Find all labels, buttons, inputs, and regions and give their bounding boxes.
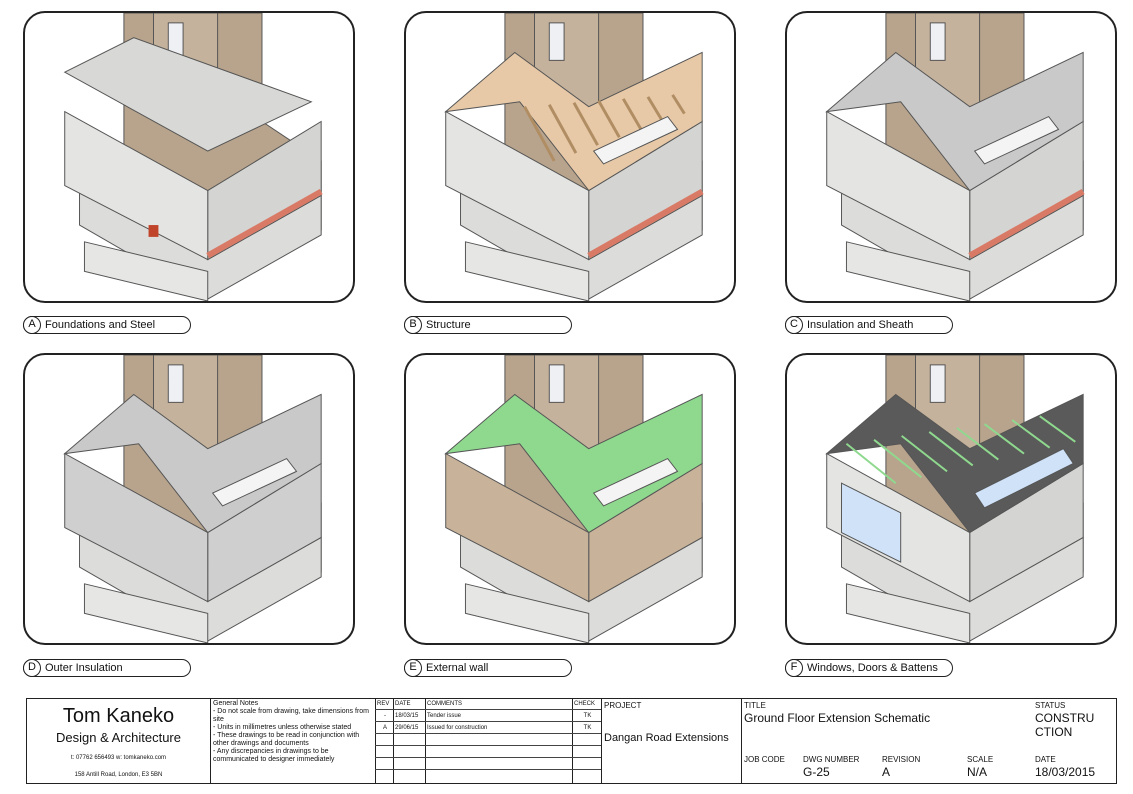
scale-value: N/A xyxy=(967,765,988,779)
caption-label: External wall xyxy=(426,662,489,674)
axonometric-view-a xyxy=(63,13,323,301)
firm-contact: t: 07762 656493 w: tomkaneko.com xyxy=(70,755,167,761)
title-label: TITLE xyxy=(744,701,766,710)
status-line-1: CONSTRU xyxy=(1035,711,1095,725)
upper-window xyxy=(167,364,184,403)
firm-address: 158 Antill Road, London, E3 5BN xyxy=(74,772,163,778)
panel-f-drawing xyxy=(785,353,1117,645)
check-header: CHECK xyxy=(574,701,596,707)
caption-f: F Windows, Doors & Battens xyxy=(785,659,953,677)
axonometric-view-c xyxy=(825,13,1085,301)
project-label: PROJECT xyxy=(604,701,642,710)
rev-cell: - xyxy=(384,713,386,719)
rev-check-cell: TK xyxy=(583,725,592,731)
rev-comment-cell: Tender issue xyxy=(427,713,462,719)
project-name: Dangan Road Extensions xyxy=(604,732,729,744)
dwg-number-label: DWG NUMBER xyxy=(803,755,860,764)
rev-date-cell: 18/03/15 xyxy=(395,713,419,719)
caption-label: Structure xyxy=(426,319,471,331)
upper-window xyxy=(929,22,946,61)
upper-window xyxy=(548,364,565,403)
scale-label: SCALE xyxy=(967,755,994,764)
note-item: - Do not scale from drawing, take dimens… xyxy=(213,708,370,723)
revision-label: REVISION xyxy=(882,755,921,764)
rev-header: REV xyxy=(377,701,390,707)
note-item: - Any discrepancies in drawings to be co… xyxy=(213,748,335,763)
axonometric-view-e xyxy=(444,355,703,643)
panel-e-drawing xyxy=(404,353,736,645)
caption-c: C Insulation and Sheath xyxy=(785,316,953,334)
caption-letter: E xyxy=(404,659,422,677)
caption-letter: F xyxy=(785,659,803,677)
revision-value: A xyxy=(882,765,891,779)
rev-check-cell: TK xyxy=(583,713,592,719)
notes-title: General Notes xyxy=(213,700,259,707)
caption-letter: B xyxy=(404,316,422,334)
axonometric-view-b xyxy=(444,13,704,301)
rev-cell: A xyxy=(382,725,387,731)
general-notes: General Notes - Do not scale from drawin… xyxy=(213,700,373,764)
caption-label: Outer Insulation xyxy=(45,662,123,674)
upper-window xyxy=(929,364,946,403)
caption-d: D Outer Insulation xyxy=(23,659,191,677)
caption-b: B Structure xyxy=(404,316,572,334)
caption-a: A Foundations and Steel xyxy=(23,316,191,334)
upper-window xyxy=(548,22,565,61)
panel-c-drawing xyxy=(785,11,1117,303)
axonometric-view-f xyxy=(825,355,1084,643)
steel-post-base xyxy=(148,225,159,237)
status-label: STATUS xyxy=(1035,701,1066,710)
axonometric-view-d xyxy=(63,355,322,643)
firm-name: Tom Kaneko xyxy=(62,705,175,727)
caption-letter: A xyxy=(23,316,41,334)
note-item: - These drawings to be read in conjuncti… xyxy=(213,732,360,747)
date-label: DATE xyxy=(1035,755,1056,764)
date-value: 18/03/2015 xyxy=(1035,765,1096,779)
caption-label: Foundations and Steel xyxy=(45,319,156,331)
panel-a-drawing xyxy=(23,11,355,303)
firm-subtitle: Design & Architecture xyxy=(55,730,181,745)
note-item: - Units in millimetres unless otherwise … xyxy=(213,724,352,731)
status-line-2: CTION xyxy=(1035,725,1073,739)
rev-comment-cell: Issued for construction xyxy=(427,725,488,731)
panel-d-drawing xyxy=(23,353,355,645)
caption-label: Windows, Doors & Battens xyxy=(807,662,938,674)
rev-date-cell: 29/06/15 xyxy=(395,725,419,731)
job-code-label: JOB CODE xyxy=(744,755,785,764)
panel-b-drawing xyxy=(404,11,736,303)
comments-header: COMMENTS xyxy=(427,701,462,707)
caption-label: Insulation and Sheath xyxy=(807,319,914,331)
title-block: Tom Kaneko Design & Architecture t: 0776… xyxy=(26,698,1117,784)
caption-letter: C xyxy=(785,316,803,334)
caption-letter: D xyxy=(23,659,41,677)
caption-e: E External wall xyxy=(404,659,572,677)
drawing-title: Ground Floor Extension Schematic xyxy=(744,711,931,725)
date-header: DATE xyxy=(395,701,411,707)
dwg-number: G-25 xyxy=(803,765,830,779)
